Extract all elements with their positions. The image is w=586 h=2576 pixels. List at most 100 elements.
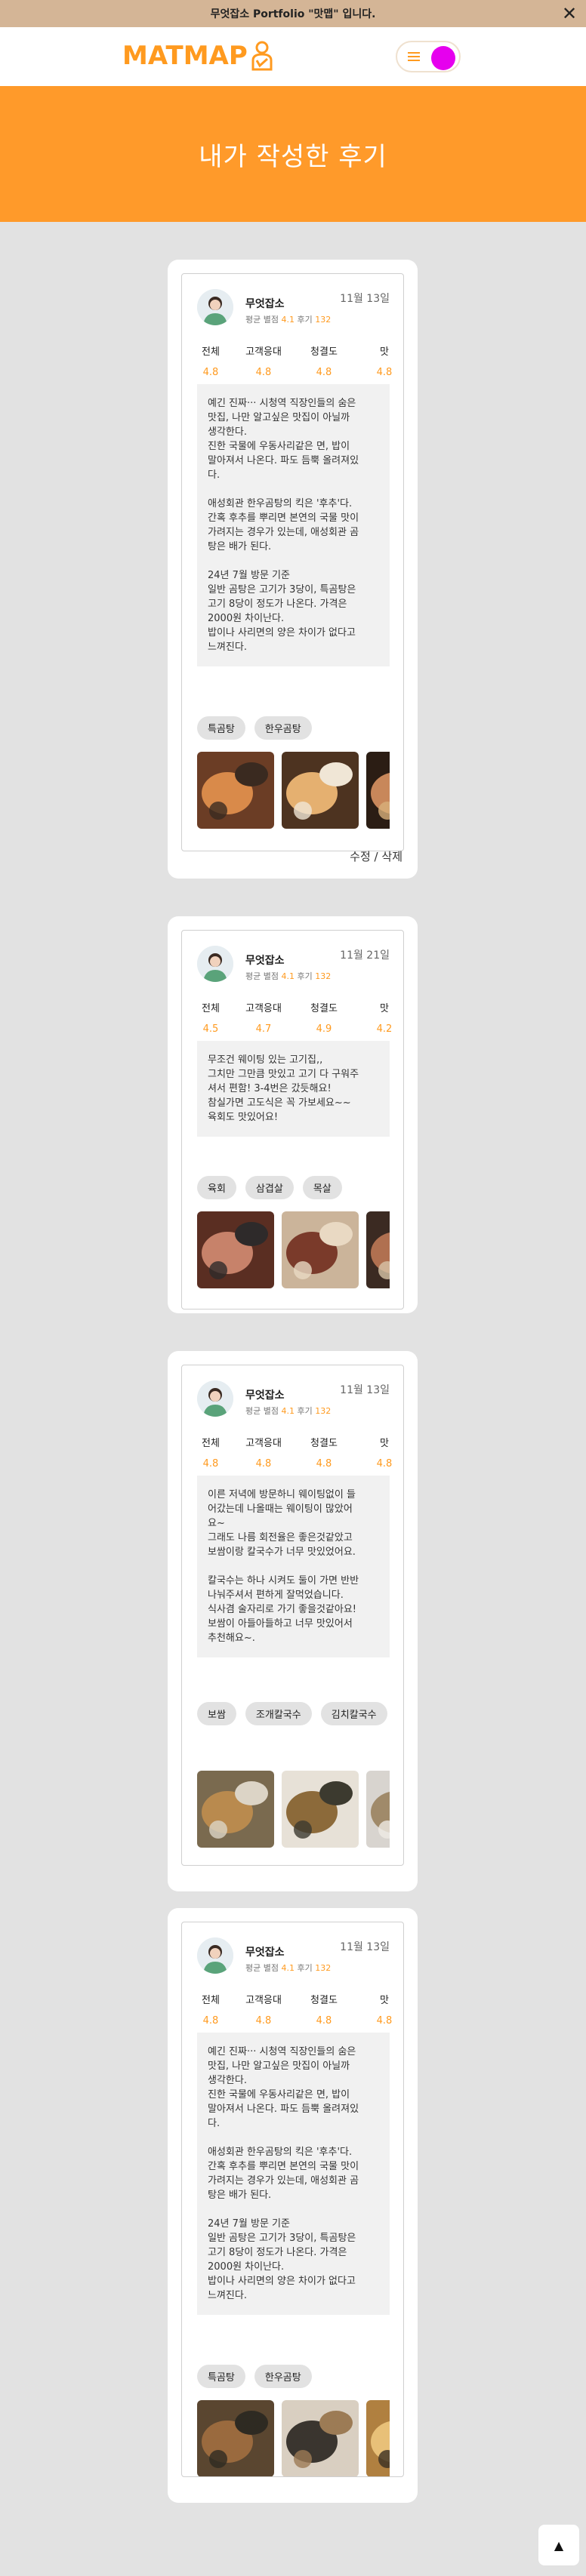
food-photo[interactable] (366, 1211, 390, 1288)
score-item: 전체 4.8 (188, 343, 233, 378)
page-title: 내가 작성한 후기 (199, 141, 387, 172)
score-value: 4.8 (202, 1458, 219, 1470)
menu-tag[interactable]: 육회 (197, 1176, 236, 1199)
site-header: MATMAP (0, 27, 586, 86)
food-photo[interactable] (197, 1211, 274, 1288)
menu-tag[interactable]: 삼겹살 (245, 1176, 294, 1199)
score-label: 전체 (202, 1995, 220, 2006)
review-count-label: 후기 (297, 971, 313, 981)
food-photo[interactable] (366, 752, 390, 829)
review-text: 예긴 진짜··· 시청역 직장인들의 숨은 맛집, 나만 알고싶은 맛집이 아닐… (197, 2033, 390, 2315)
review-date: 11월 13일 (340, 293, 390, 305)
review-date: 11월 21일 (340, 949, 390, 962)
review-body: 무엇잡소평균 별점 4.1 후기 132 11월 13일전체 4.8 고객응대 4.8 청… (181, 273, 404, 851)
food-photo[interactable] (282, 1771, 359, 1848)
review-count-label: 후기 (297, 1406, 313, 1416)
score-label: 고객응대 (245, 1438, 282, 1449)
tag-list: 특곰탕 한우곰탕 (197, 2365, 390, 2388)
reviewer-avatar (197, 289, 233, 325)
reviewer-avatar (197, 1380, 233, 1417)
reviewer-name: 무엇잡소 (245, 298, 285, 310)
photo-strip[interactable] (197, 1771, 390, 1848)
score-item: 고객응대 4.8 (241, 1992, 286, 2027)
menu-tag[interactable]: 목살 (302, 1176, 342, 1199)
score-item: 전체 4.8 (188, 1435, 233, 1470)
reviewer-meta: 평균 별점 4.1 후기 132 (245, 970, 331, 982)
delete-link[interactable]: 삭제 (381, 850, 402, 863)
food-photo[interactable] (197, 2400, 274, 2476)
food-photo[interactable] (282, 752, 359, 829)
food-photo[interactable] (366, 1771, 390, 1848)
rating-label: 평균 별점 (245, 1406, 279, 1416)
food-photo[interactable] (197, 1771, 274, 1848)
food-photo[interactable] (282, 2400, 359, 2476)
review-text: 예긴 진짜··· 시청역 직장인들의 숨은 맛집, 나만 알고싶은 맛집이 아닐… (197, 384, 390, 666)
score-item: 전체 4.8 (188, 1992, 233, 2027)
menu-tag[interactable]: 한우곰탕 (254, 2365, 312, 2388)
score-item: 청결도 4.9 (301, 1000, 347, 1035)
tag-list: 보쌈 조개칼국수 김치칼국수 (197, 1702, 390, 1725)
page-banner: 내가 작성한 후기 (0, 86, 586, 222)
score-value: 4.7 (255, 1023, 272, 1035)
score-item: 청결도 4.8 (301, 343, 347, 378)
hamburger-icon (408, 52, 420, 61)
score-value: 4.8 (376, 367, 393, 378)
score-row: 전체 4.8 고객응대 4.8 청결도 4.8 맛 4.8 (182, 343, 403, 381)
score-value: 4.5 (202, 1023, 219, 1035)
score-value: 4.9 (316, 1023, 332, 1035)
score-item: 청결도 4.8 (301, 1992, 347, 2027)
review-count: 132 (315, 1963, 332, 1973)
score-item: 청결도 4.8 (301, 1435, 347, 1470)
score-item: 전체 4.5 (188, 1000, 233, 1035)
score-value: 4.8 (202, 367, 219, 378)
review-count-label: 후기 (297, 1963, 313, 1973)
menu-tag[interactable]: 조개칼국수 (245, 1702, 312, 1725)
logo-text: MATMAP (122, 41, 248, 71)
score-item: 맛 4.2 (362, 1000, 403, 1035)
close-icon[interactable]: ✕ (559, 3, 580, 24)
score-label: 고객응대 (245, 346, 282, 358)
user-menu-button[interactable] (396, 41, 461, 72)
review-card: 무엇잡소 평균 별점 4.1 후기 132 11월 13일 전체 4.8 고객응대 4.8 청… (168, 1908, 418, 2503)
action-separator: / (374, 850, 378, 863)
rating-label: 평균 별점 (245, 1963, 279, 1973)
score-item: 고객응대 4.8 (241, 1435, 286, 1470)
score-row: 전체 4.5 고객응대 4.7 청결도 4.9 맛 4.2 (182, 1000, 403, 1038)
menu-tag[interactable]: 특곰탕 (197, 716, 245, 740)
score-value: 4.8 (255, 2015, 272, 2027)
photo-strip[interactable] (197, 2400, 390, 2476)
rating-value: 4.1 (281, 1963, 295, 1973)
rating-value: 4.1 (281, 971, 295, 981)
score-item: 맛 4.8 (362, 343, 403, 378)
review-date: 11월 13일 (340, 1384, 390, 1396)
review-text: 무조건 웨이팅 있는 고기집,, 그치만 그만큼 맛있고 고기 다 구워주 셔서… (197, 1041, 390, 1137)
score-label: 맛 (380, 1995, 389, 2006)
review-count-label: 후기 (297, 315, 313, 325)
score-value: 4.8 (316, 2015, 332, 2027)
score-label: 청결도 (310, 346, 338, 358)
review-date: 11월 13일 (340, 1941, 390, 1953)
photo-strip[interactable] (197, 1211, 390, 1288)
score-value: 4.8 (316, 1458, 332, 1470)
score-label: 맛 (380, 346, 389, 358)
reviewer-avatar (197, 946, 233, 982)
scroll-top-button[interactable]: ▲ (538, 2525, 579, 2565)
menu-tag[interactable]: 김치칼국수 (320, 1702, 387, 1725)
food-photo[interactable] (366, 2400, 390, 2476)
menu-tag[interactable]: 한우곰탕 (254, 716, 312, 740)
food-photo[interactable] (282, 1211, 359, 1288)
score-label: 고객응대 (245, 1995, 282, 2006)
notice-text: 무엇잡소 Portfolio "맛맵" 입니다. (210, 8, 376, 20)
menu-tag[interactable]: 보쌈 (197, 1702, 236, 1725)
menu-tag[interactable]: 특곰탕 (197, 2365, 245, 2388)
score-value: 4.8 (376, 2015, 393, 2027)
reviewer-meta: 평균 별점 4.1 후기 132 (245, 1405, 331, 1417)
score-label: 맛 (380, 1438, 389, 1449)
photo-strip[interactable] (197, 752, 390, 829)
review-count: 132 (315, 971, 332, 981)
reviewer-meta: 평균 별점 4.1 후기 132 (245, 313, 331, 325)
edit-link[interactable]: 수정 (350, 850, 371, 863)
score-item: 고객응대 4.7 (241, 1000, 286, 1035)
logo[interactable]: MATMAP (122, 41, 273, 71)
food-photo[interactable] (197, 752, 274, 829)
